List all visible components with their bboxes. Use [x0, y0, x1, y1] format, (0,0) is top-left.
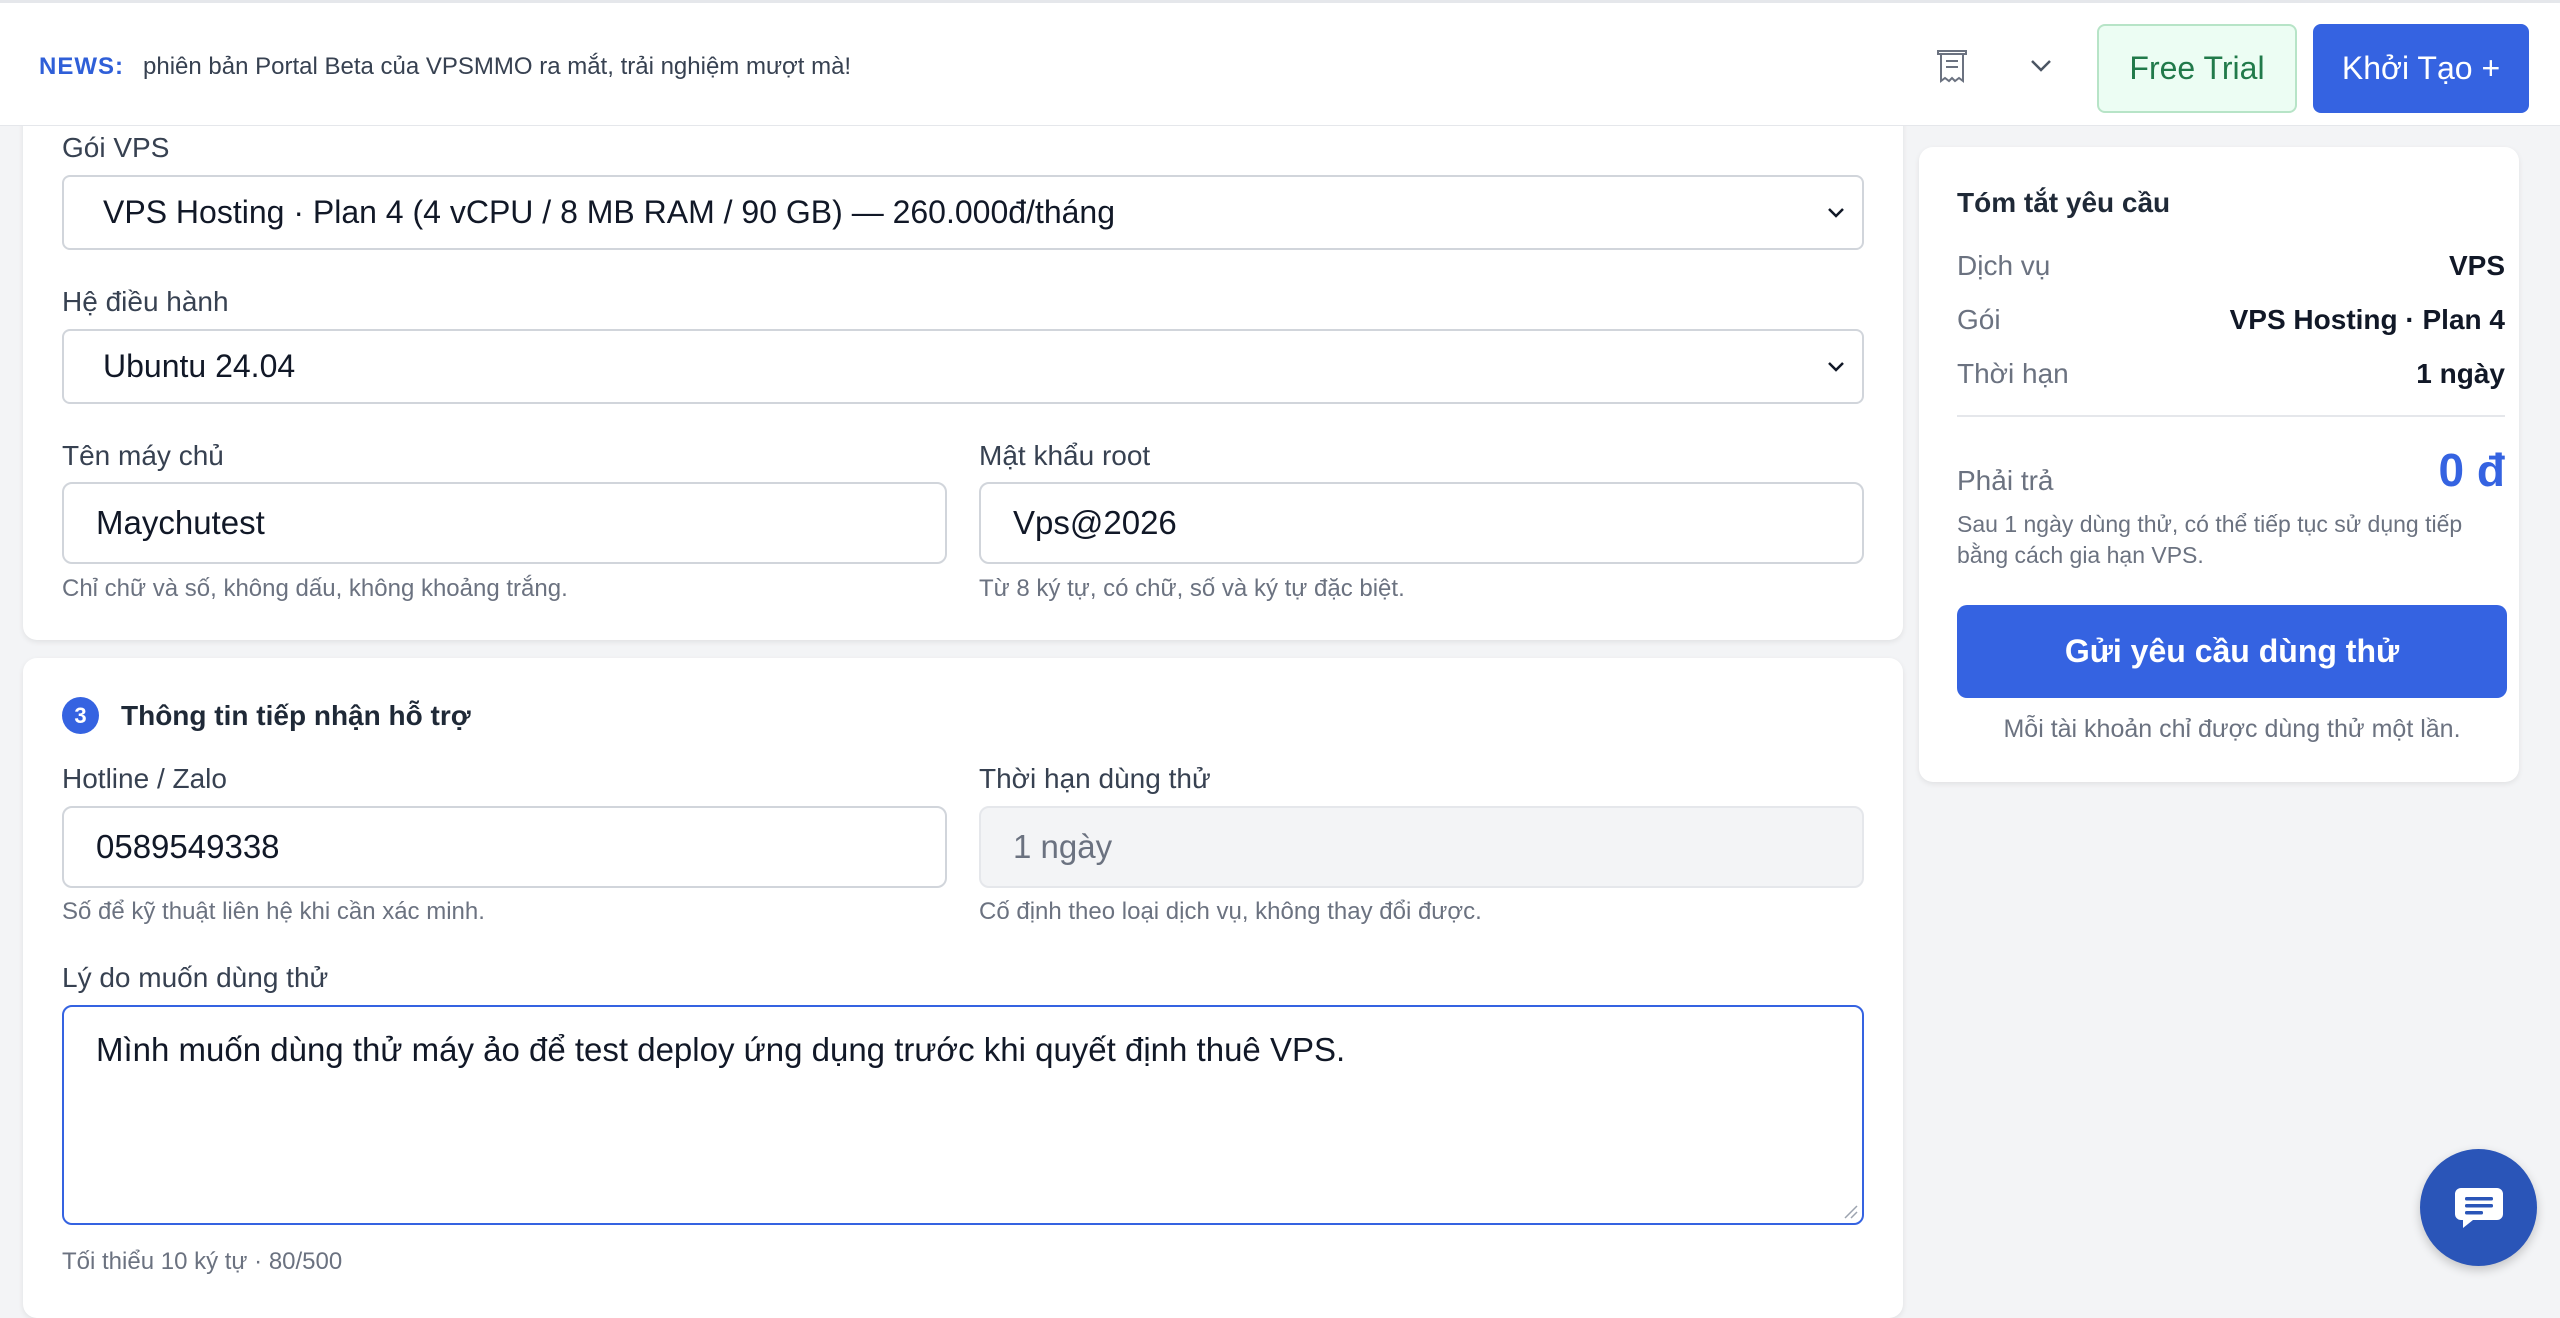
- section-3-header: 3 Thông tin tiếp nhận hỗ trợ: [62, 697, 471, 734]
- reason-textarea[interactable]: Mình muốn dùng thử máy ảo để test deploy…: [62, 1005, 1864, 1225]
- plan-select-value: VPS Hosting · Plan 4 (4 vCPU / 8 MB RAM …: [103, 194, 1116, 230]
- trial-duration-input: 1 ngày: [979, 806, 1864, 888]
- resize-handle-icon[interactable]: [1842, 1203, 1858, 1219]
- os-select-value: Ubuntu 24.04: [103, 348, 296, 384]
- pay-label: Phải trả: [1957, 465, 2054, 496]
- summary-value: VPS Hosting · Plan 4: [2229, 304, 2505, 335]
- chevron-down-icon: [1828, 362, 1844, 372]
- pay-amount: 0 đ: [2438, 444, 2505, 496]
- summary-key: Dịch vụ: [1957, 250, 2051, 281]
- trial-duration-hint: Cố định theo loại dịch vụ, không thay đổ…: [979, 898, 1482, 925]
- submit-trial-button[interactable]: Gửi yêu cầu dùng thử: [1957, 605, 2507, 698]
- reason-text: Mình muốn dùng thử máy ảo để test deploy…: [96, 1031, 1346, 1068]
- chevron-down-icon[interactable]: [2026, 53, 2056, 79]
- create-button[interactable]: Khởi Tạo +: [2313, 24, 2529, 113]
- receipt-icon[interactable]: [1932, 46, 1972, 86]
- os-label: Hệ điều hành: [62, 286, 229, 317]
- hostname-hint: Chỉ chữ và số, không dấu, không khoảng t…: [62, 575, 568, 602]
- password-hint: Từ 8 ký tự, có chữ, số và ký tự đặc biệt…: [979, 575, 1405, 602]
- step-badge: 3: [62, 697, 99, 734]
- section-title: Thông tin tiếp nhận hỗ trợ: [121, 699, 471, 731]
- hostname-input[interactable]: Maychutest: [62, 482, 947, 564]
- trial-duration-label: Thời hạn dùng thử: [979, 763, 1211, 794]
- password-label: Mật khẩu root: [979, 440, 1151, 471]
- free-trial-button[interactable]: Free Trial: [2097, 24, 2297, 113]
- reason-hint: Tối thiểu 10 ký tự · 80/500: [62, 1248, 343, 1275]
- reason-label: Lý do muốn dùng thử: [62, 962, 329, 993]
- plan-select[interactable]: VPS Hosting · Plan 4 (4 vCPU / 8 MB RAM …: [62, 175, 1864, 250]
- root-password-input[interactable]: Vps@2026: [979, 482, 1864, 564]
- top-bar: NEWS: phiên bản Portal Beta của VPSMMO r…: [0, 0, 2560, 126]
- hotline-hint: Số để kỹ thuật liên hệ khi cần xác minh.: [62, 898, 485, 925]
- news-ticker[interactable]: phiên bản Portal Beta của VPSMMO ra mắt,…: [143, 53, 851, 81]
- hotline-label: Hotline / Zalo: [62, 763, 227, 794]
- order-summary-card: Tóm tắt yêu cầu Dịch vụ VPS Gói VPS Host…: [1919, 147, 2519, 782]
- trial-limit-note: Mỗi tài khoản chỉ được dùng thử một lần.: [2003, 715, 2461, 743]
- summary-value: 1 ngày: [2416, 358, 2505, 389]
- summary-value: VPS: [2448, 250, 2505, 281]
- os-select[interactable]: Ubuntu 24.04: [62, 329, 1864, 404]
- summary-title: Tóm tắt yêu cầu: [1957, 187, 2171, 218]
- hostname-label: Tên máy chủ: [62, 440, 224, 471]
- plan-label: Gói VPS: [62, 132, 170, 163]
- pay-note: Sau 1 ngày dùng thử, có thể tiếp tục sử …: [1957, 511, 2463, 568]
- hotline-input[interactable]: 0589549338: [62, 806, 947, 888]
- summary-key: Thời hạn: [1957, 358, 2069, 389]
- summary-key: Gói: [1957, 304, 2001, 335]
- news-label: NEWS:: [39, 53, 124, 80]
- chevron-down-icon: [1828, 208, 1844, 218]
- summary-divider: [1957, 415, 2505, 417]
- chat-icon: [2454, 1187, 2503, 1228]
- chat-button[interactable]: [2420, 1149, 2537, 1266]
